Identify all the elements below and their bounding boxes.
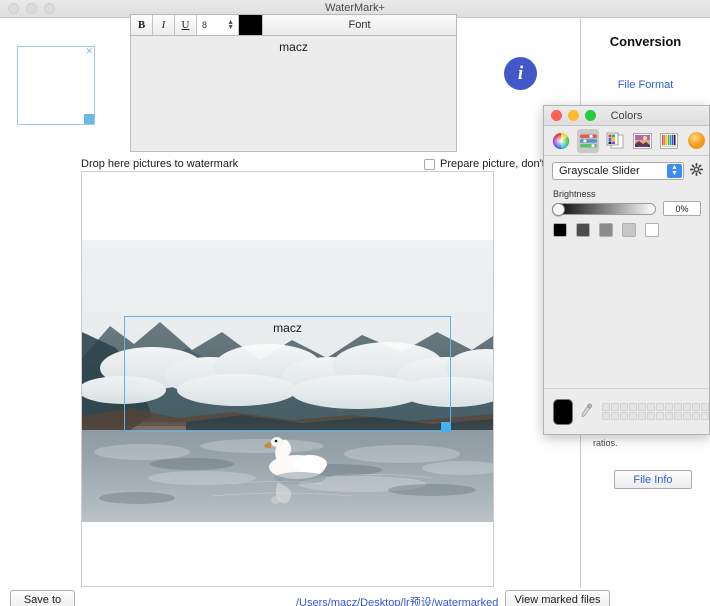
resize-handle[interactable] [84, 114, 94, 124]
palette-cell[interactable] [674, 403, 682, 411]
palette-cell[interactable] [611, 412, 619, 420]
file-info-button[interactable]: File Info [614, 470, 692, 489]
bold-button[interactable]: B [131, 15, 153, 35]
watermark-overlay-text: macz [125, 321, 450, 335]
chevron-down-icon: ▼ [671, 171, 678, 177]
brightness-value[interactable]: 0% [663, 201, 701, 216]
prepare-picture-label: Prepare picture, don't [440, 158, 545, 170]
palette-cell[interactable] [674, 412, 682, 420]
font-size-value: 8 [202, 20, 207, 30]
drop-area-label: Drop here pictures to watermark [81, 158, 238, 170]
color-wheel-icon[interactable] [550, 129, 572, 153]
file-format-link[interactable]: File Format [581, 79, 710, 91]
sidebar-title: Conversion [581, 34, 710, 49]
stepper-arrows-icon[interactable]: ▲ ▼ [227, 20, 234, 30]
pencils-icon[interactable] [685, 129, 707, 153]
font-toolbar: B I U 8 ▲ ▼ Font [130, 14, 457, 36]
brightness-slider-thumb[interactable] [552, 203, 565, 216]
italic-button[interactable]: I [153, 15, 175, 35]
window-title: WaterMark+ [0, 2, 710, 14]
colors-panel: Colors [543, 105, 710, 435]
underline-button[interactable]: U [175, 15, 197, 35]
palette-cell[interactable] [701, 403, 709, 411]
slider-mode-value: Grayscale Slider [559, 165, 640, 177]
gear-icon[interactable] [690, 163, 703, 179]
palette-cell[interactable] [692, 403, 700, 411]
palette-cell[interactable] [656, 412, 664, 420]
palette-swatch-grid [602, 403, 709, 420]
palette-cell[interactable] [629, 412, 637, 420]
font-button[interactable]: Font [263, 15, 456, 35]
watermark-text-editor[interactable]: macz [130, 36, 457, 152]
palette-cell[interactable] [692, 412, 700, 420]
info-icon[interactable]: i [504, 57, 537, 90]
colors-mode-toolbar [544, 126, 709, 156]
ratios-text: ratios. [593, 438, 618, 448]
current-color-well[interactable] [553, 399, 573, 425]
prepare-picture-checkbox[interactable] [424, 159, 435, 170]
gray-swatch[interactable] [645, 223, 659, 237]
colors-panel-footer [544, 388, 709, 434]
view-marked-files-button[interactable]: View marked files [505, 590, 610, 606]
close-icon[interactable]: ✕ [85, 47, 93, 56]
brightness-slider[interactable] [552, 203, 656, 215]
palette-cell[interactable] [665, 403, 673, 411]
eyedropper-icon[interactable] [578, 401, 596, 421]
palette-cell[interactable] [602, 403, 610, 411]
brightness-slider-row: 0% [544, 201, 709, 216]
slider-mode-row: Grayscale Slider ▲ ▼ [544, 156, 709, 182]
watermark-app-window: WaterMark+ ✕ B I U 8 ▲ ▼ Font macz i Dro… [0, 0, 710, 606]
palette-cell[interactable] [620, 412, 628, 420]
color-sliders-icon[interactable] [577, 129, 599, 153]
palette-cell[interactable] [602, 412, 610, 420]
image-palettes-icon[interactable] [631, 129, 653, 153]
palette-cell[interactable] [656, 403, 664, 411]
palette-cell[interactable] [683, 403, 691, 411]
palette-cell[interactable] [620, 403, 628, 411]
watermark-thumbnail-box[interactable]: ✕ [17, 46, 95, 125]
gray-swatch[interactable] [553, 223, 567, 237]
palette-cell[interactable] [647, 403, 655, 411]
palette-cell[interactable] [638, 412, 646, 420]
prepare-picture-row: Prepare picture, don't [424, 158, 545, 170]
palette-cell[interactable] [665, 412, 673, 420]
watermark-overlay-box[interactable]: macz [124, 316, 451, 432]
palette-cell[interactable] [638, 403, 646, 411]
color-palettes-icon[interactable] [604, 129, 626, 153]
output-path-link[interactable]: /Users/macz/Desktop/lr预设/watermarked [296, 594, 498, 606]
brightness-label: Brightness [553, 189, 709, 199]
chevron-updown-icon[interactable]: ▲ ▼ [667, 164, 682, 178]
palette-cell[interactable] [647, 412, 655, 420]
gray-swatch-row [544, 216, 709, 237]
palette-cell[interactable] [611, 403, 619, 411]
font-size-stepper[interactable]: 8 ▲ ▼ [197, 15, 239, 35]
save-to-button[interactable]: Save to [10, 590, 75, 606]
color-spectrum-icon[interactable] [658, 129, 680, 153]
colors-panel-title: Colors [544, 110, 709, 122]
watermark-text-value: macz [131, 40, 456, 54]
colors-panel-titlebar: Colors [544, 106, 709, 126]
palette-cell[interactable] [629, 403, 637, 411]
watermark-resize-handle[interactable] [441, 422, 451, 432]
gray-swatch[interactable] [622, 223, 636, 237]
stepper-down-icon[interactable]: ▼ [227, 25, 234, 30]
gray-swatch[interactable] [599, 223, 613, 237]
text-color-swatch[interactable] [239, 15, 263, 35]
palette-cell[interactable] [683, 412, 691, 420]
slider-mode-select[interactable]: Grayscale Slider ▲ ▼ [552, 162, 684, 180]
gray-swatch[interactable] [576, 223, 590, 237]
palette-cell[interactable] [701, 412, 709, 420]
